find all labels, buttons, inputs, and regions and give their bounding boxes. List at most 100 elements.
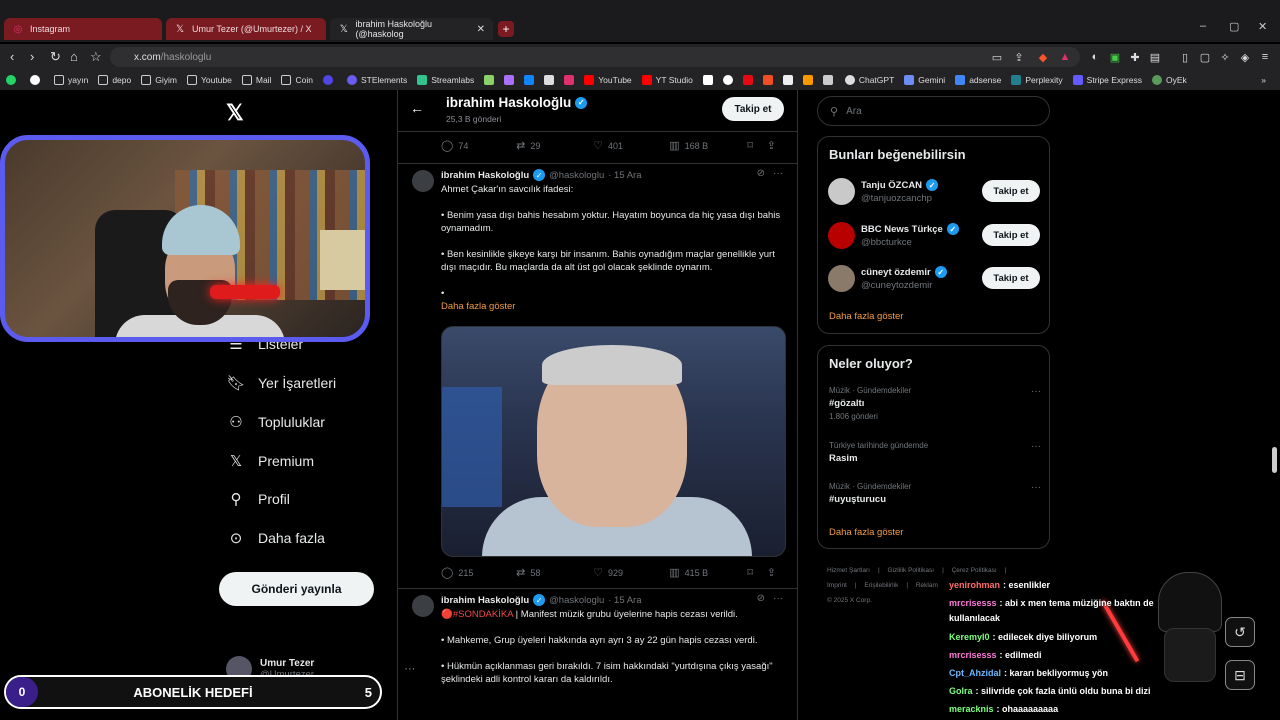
close-window-button[interactable]: ✕ [1258, 20, 1267, 33]
repost-button[interactable]: ⇄ 58 [516, 566, 593, 579]
tab-haskologlu[interactable]: 𝕏 ibrahim Haskoloğlu (@haskolog ✕ [330, 18, 493, 40]
follow-button[interactable]: Takip et [722, 97, 784, 121]
more-icon[interactable]: ··· [773, 593, 783, 604]
new-tab-button[interactable]: + [498, 21, 514, 37]
vpn-icon[interactable]: ◈ [1238, 50, 1252, 64]
reply-button[interactable]: ◯ 215 [441, 566, 516, 579]
wallet-icon[interactable]: ▢ [1198, 50, 1212, 64]
share-button[interactable]: ⇪ [767, 566, 781, 579]
avatar[interactable] [828, 265, 855, 292]
avatar[interactable] [828, 178, 855, 205]
puzzle-icon[interactable]: ✚ [1128, 50, 1142, 64]
rewards-icon[interactable]: ▲ [1058, 50, 1072, 64]
nav-profile[interactable]: ⚲ Profil [226, 490, 290, 508]
whatsapp-bookmark[interactable] [6, 75, 20, 85]
chatgpt-bookmark[interactable]: ChatGPT [844, 75, 894, 85]
tab-umur-tezer[interactable]: 𝕏 Umur Tezer (@Umurtezer) / X [166, 18, 326, 40]
reload-icon[interactable]: ↻ [50, 49, 61, 65]
bookmark-item[interactable] [524, 75, 538, 85]
follow-suggestion[interactable]: Tanju ÖZCAN ✓ @tanjuozcanchp Takip et [828, 177, 1040, 209]
x-logo-icon[interactable]: 𝕏 [226, 100, 244, 126]
back-icon[interactable]: ‹ [10, 49, 14, 64]
adsense-bookmark[interactable]: adsense [955, 75, 1001, 85]
tweet-date[interactable]: · 15 Ara [608, 595, 641, 606]
bookmark-item[interactable] [782, 75, 797, 85]
extension-icon[interactable]: ▤ [1148, 50, 1162, 64]
trend-item[interactable]: Müzik · Gündemdekiler #uyuşturucu ··· [829, 482, 1041, 505]
like-button[interactable]: ♡ 401 [593, 139, 669, 152]
bookmark-folder[interactable]: Coin [281, 75, 313, 85]
post-button[interactable]: Gönderi yayınla [219, 572, 374, 606]
show-more-link[interactable]: Daha fazla göster [829, 527, 903, 538]
follow-button[interactable]: Takip et [982, 224, 1040, 246]
author-name[interactable]: ibrahim Haskoloğlu [441, 595, 529, 606]
follow-suggestion[interactable]: BBC News Türkçe ✓ @bbcturkce Takip et [828, 221, 1040, 253]
avatar[interactable] [828, 222, 855, 249]
footer-link[interactable]: Çerez Politikası [952, 567, 997, 574]
bookmark-item[interactable]: STElements [346, 75, 407, 85]
bookmark-folder[interactable]: Mail [241, 75, 271, 85]
nav-bookmarks[interactable]: 🔖︎ Yer İşaretleri [226, 374, 336, 392]
bookmark-folder[interactable]: yayın [54, 75, 88, 85]
tweet[interactable]: ibrahim Haskoloğlu ✓ @haskologlu · 15 Ar… [398, 163, 797, 583]
follow-button[interactable]: Takip et [982, 180, 1040, 202]
footer-link[interactable]: Reklam [916, 582, 938, 589]
bookmark-item[interactable] [544, 75, 558, 85]
ai-icon[interactable]: ✧ [1218, 50, 1232, 64]
follow-button[interactable]: Takip et [982, 267, 1040, 289]
grok-icon[interactable]: ⊘ [757, 593, 765, 604]
bookmark-item[interactable] [564, 75, 578, 85]
nav-premium[interactable]: 𝕏 Premium [226, 452, 314, 470]
trend-item[interactable]: Müzik · Gündemdekiler #gözaltı 1.806 gön… [829, 386, 1041, 421]
author-handle[interactable]: @haskologlu [549, 595, 604, 606]
bookmark-button[interactable]: ⌑ [747, 139, 767, 152]
url-field[interactable]: x.com/haskologlu [110, 47, 1080, 67]
scrollbar-thumb[interactable] [1272, 447, 1277, 473]
tab-instagram[interactable]: ◎ Instagram [4, 18, 162, 40]
bookmark-button[interactable]: ⌑ [747, 566, 767, 579]
more-bookmarks-icon[interactable]: » [1261, 75, 1266, 85]
more-icon[interactable]: ··· [1031, 386, 1041, 397]
tweet-date[interactable]: · 15 Ara [608, 170, 641, 181]
yt-studio-bookmark[interactable]: YT Studio [641, 75, 693, 85]
back-arrow-icon[interactable]: ← [410, 100, 424, 116]
nav-more[interactable]: ⊙ Daha fazla [226, 529, 325, 547]
bookmark-item[interactable] [742, 75, 757, 85]
views-button[interactable]: ▥ 168 B [669, 139, 747, 152]
tweet-image[interactable] [441, 326, 786, 557]
grok-icon[interactable]: ⊘ [757, 168, 765, 179]
footer-link[interactable]: Hizmet Şartları [827, 567, 870, 574]
minimize-button[interactable]: – [1200, 20, 1206, 32]
perplexity-bookmark[interactable]: Perplexity [1011, 75, 1063, 85]
extension-icon[interactable]: ▣ [1108, 50, 1122, 64]
views-button[interactable]: ▥ 415 B [669, 566, 747, 579]
brave-shield-icon[interactable]: ◆ [1036, 50, 1050, 64]
repost-button[interactable]: ⇄ 29 [516, 139, 593, 152]
sidebar-icon[interactable]: ▯ [1178, 50, 1192, 64]
bookmark-item[interactable] [702, 75, 717, 85]
bookmark-item[interactable] [822, 75, 837, 85]
oyek-bookmark[interactable]: OyEk [1151, 75, 1187, 85]
more-icon[interactable]: ··· [1031, 482, 1041, 493]
bookmark-folder[interactable]: Giyim [141, 75, 177, 85]
bookmark-item[interactable]: Streamlabs [417, 75, 474, 85]
bookmark-icon[interactable]: ☆ [90, 49, 102, 65]
footer-link[interactable]: Gizlilik Politikası [887, 567, 934, 574]
close-tab-icon[interactable]: ✕ [477, 24, 485, 35]
bookmark-folder[interactable]: depo [98, 75, 131, 85]
share-icon[interactable]: ⇪ [1012, 50, 1026, 64]
bookmark-folder[interactable]: Youtube [186, 75, 232, 85]
reply-button[interactable]: ◯ 74 [441, 139, 516, 152]
youtube-bookmark[interactable]: YouTube [584, 75, 632, 85]
share-button[interactable]: ⇪ [767, 139, 781, 152]
nav-communities[interactable]: ⚇ Topluluklar [226, 413, 325, 431]
home-icon[interactable]: ⌂ [70, 49, 78, 64]
bookmark-item[interactable] [504, 75, 518, 85]
avatar[interactable] [412, 595, 434, 617]
footer-link[interactable]: Erişilebilirlik [864, 582, 898, 589]
more-icon[interactable]: ··· [773, 168, 783, 179]
author-name[interactable]: ibrahim Haskoloğlu [441, 170, 529, 181]
scrollbar[interactable] [1270, 92, 1278, 718]
show-more-link[interactable]: Daha fazla göster [829, 311, 903, 322]
trend-item[interactable]: Türkiye tarihinde gündemde Rasim ··· [829, 441, 1041, 464]
